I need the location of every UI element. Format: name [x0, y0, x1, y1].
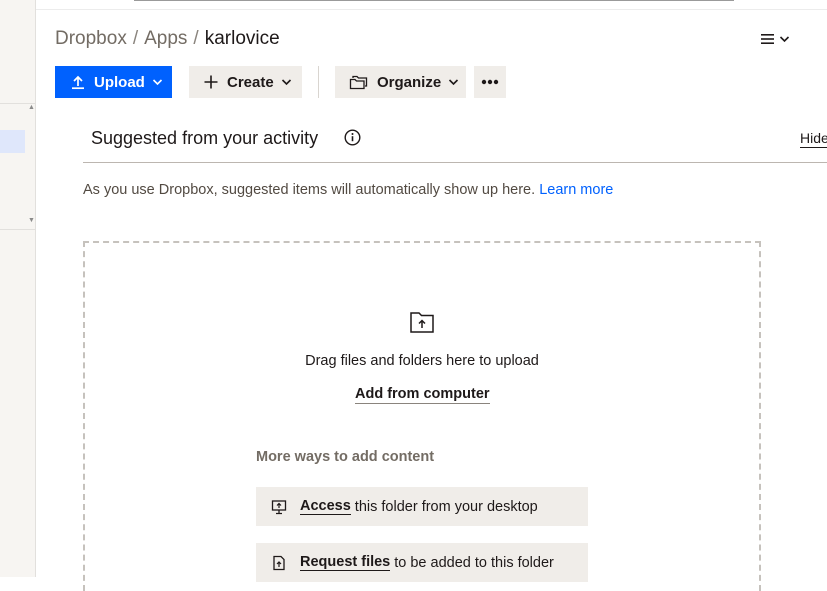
more-ways-title: More ways to add content [256, 449, 435, 465]
list-view-icon [761, 34, 774, 44]
sidebar-selected-item[interactable] [0, 130, 25, 153]
view-options-button[interactable] [760, 27, 802, 51]
folders-icon [349, 75, 368, 90]
upload-button[interactable]: Upload [55, 66, 172, 98]
chevron-down-icon [152, 79, 162, 86]
suggested-description-text: As you use Dropbox, suggested items will… [83, 182, 536, 198]
drag-drop-instructions: Drag files and folders here to upload [305, 353, 539, 369]
scroll-up-icon[interactable]: ▲ [28, 104, 35, 111]
chevron-down-icon [281, 79, 291, 86]
desktop-icon [271, 499, 287, 514]
upload-dropzone[interactable] [83, 241, 761, 591]
create-label: Create [227, 73, 274, 91]
folder-upload-icon [410, 312, 434, 333]
learn-more-link[interactable]: Learn more [539, 182, 613, 198]
request-file-icon [273, 555, 285, 570]
plus-icon [204, 75, 218, 89]
header-divider [36, 9, 827, 10]
suggested-divider [83, 162, 827, 163]
request-option-action: Request files [300, 553, 391, 571]
breadcrumb-current: karlovice [204, 28, 280, 49]
request-files-option[interactable]: Request files to be added to this folder [256, 543, 588, 582]
top-search-bar[interactable] [134, 0, 734, 1]
add-from-computer-button[interactable]: Add from computer [355, 385, 490, 404]
create-button[interactable]: Create [189, 66, 302, 98]
suggested-title: Suggested from your activity [91, 128, 319, 148]
organize-button[interactable]: Organize [335, 66, 466, 98]
hide-suggested-button[interactable]: Hide [800, 129, 827, 148]
access-option-text: this folder from your desktop [354, 498, 538, 515]
upload-icon [72, 75, 84, 90]
breadcrumb-item-apps[interactable]: Apps [144, 28, 187, 49]
toolbar-divider [318, 66, 319, 98]
upload-label: Upload [94, 73, 145, 91]
sidebar-folder-tree[interactable] [0, 103, 35, 230]
more-horizontal-icon [481, 79, 499, 85]
suggested-description: As you use Dropbox, suggested items will… [83, 181, 613, 199]
chevron-down-icon [449, 79, 459, 86]
breadcrumb-separator: / [132, 28, 139, 49]
organize-label: Organize [377, 73, 442, 91]
breadcrumb: Dropbox / Apps / karlovice [55, 28, 280, 50]
scroll-down-icon[interactable]: ▼ [28, 217, 35, 224]
access-option-action: Access [300, 497, 351, 515]
info-icon[interactable] [344, 129, 361, 146]
request-option-text: to be added to this folder [394, 554, 554, 571]
sidebar: ▲ ▼ [0, 0, 36, 577]
access-desktop-option[interactable]: Access this folder from your desktop [256, 487, 588, 526]
chevron-down-icon [779, 36, 790, 43]
breadcrumb-item-dropbox[interactable]: Dropbox [55, 28, 127, 49]
more-actions-button[interactable] [474, 66, 506, 98]
breadcrumb-separator: / [193, 28, 199, 49]
